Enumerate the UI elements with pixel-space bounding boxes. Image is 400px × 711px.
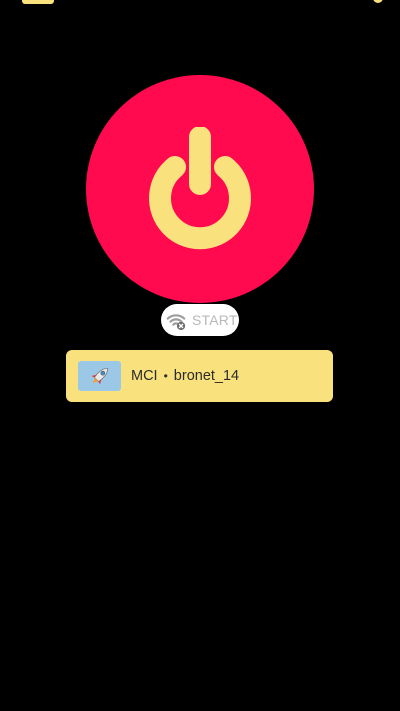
power-button[interactable] (86, 75, 314, 303)
server-provider: MCI (131, 368, 158, 384)
server-selector[interactable]: MCI • bronet_14 (66, 350, 333, 402)
rocket-icon (91, 367, 108, 385)
connection-status-pill: START (161, 304, 239, 336)
server-thumbnail (78, 361, 121, 391)
server-separator: • (163, 369, 168, 383)
status-label: START (192, 312, 238, 328)
server-name: bronet_14 (173, 368, 240, 384)
wifi-off-icon (166, 314, 186, 331)
power-icon (149, 127, 251, 250)
share-icon[interactable] (362, 0, 384, 10)
menu-icon[interactable] (22, 0, 54, 4)
server-label: MCI • bronet_14 (131, 368, 239, 384)
